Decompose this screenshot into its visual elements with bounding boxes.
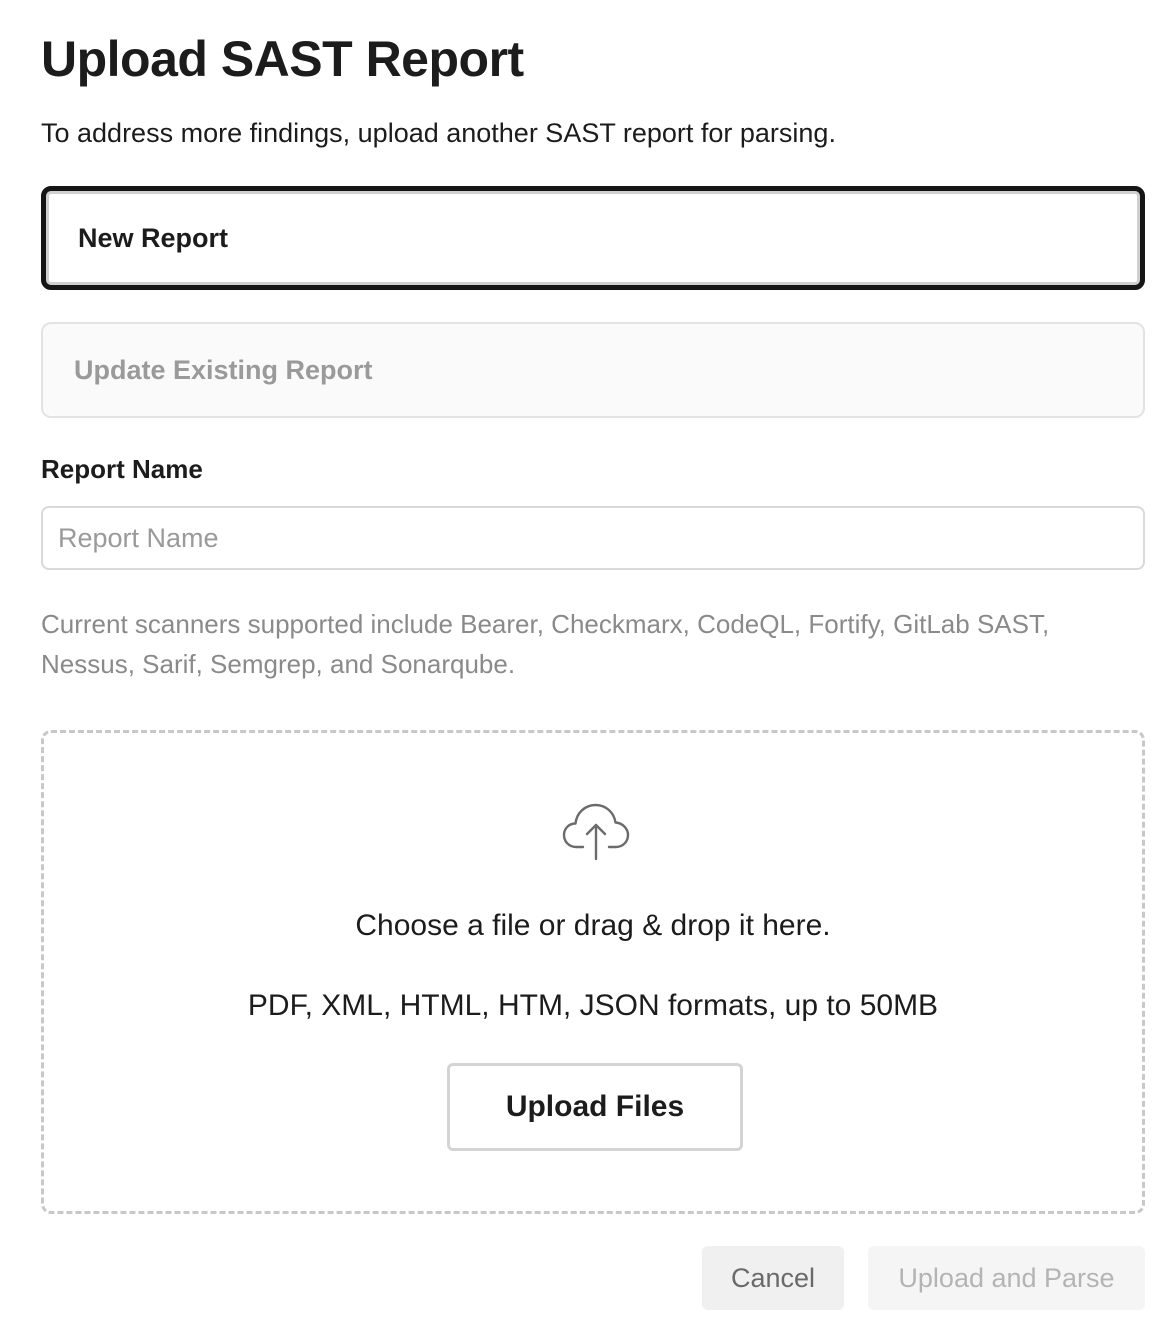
new-report-option-label: New Report: [78, 222, 229, 253]
upload-and-parse-button[interactable]: Upload and Parse: [868, 1246, 1145, 1310]
cancel-button[interactable]: Cancel: [702, 1246, 844, 1310]
supported-scanners-note: Current scanners supported include Beare…: [41, 609, 1050, 679]
dialog-subtitle: To address more findings, upload another…: [41, 118, 836, 148]
report-name-label: Report Name: [41, 454, 203, 484]
update-existing-report-option-label: Update Existing Report: [74, 354, 373, 385]
report-name-input[interactable]: [41, 506, 1145, 570]
file-dropzone[interactable]: Choose a file or drag & drop it here. PD…: [41, 730, 1145, 1214]
upload-sast-report-dialog: Upload SAST Report To address more findi…: [0, 0, 1176, 1344]
update-existing-report-option[interactable]: Update Existing Report: [41, 322, 1145, 418]
upload-files-button[interactable]: Upload Files: [447, 1063, 743, 1151]
dropzone-formats-text: PDF, XML, HTML, HTM, JSON formats, up to…: [247, 989, 939, 1022]
dialog-title: Upload SAST Report: [41, 31, 524, 87]
dropzone-primary-text: Choose a file or drag & drop it here.: [355, 909, 831, 942]
new-report-option[interactable]: New Report: [41, 186, 1145, 290]
cloud-upload-icon: [562, 803, 630, 861]
